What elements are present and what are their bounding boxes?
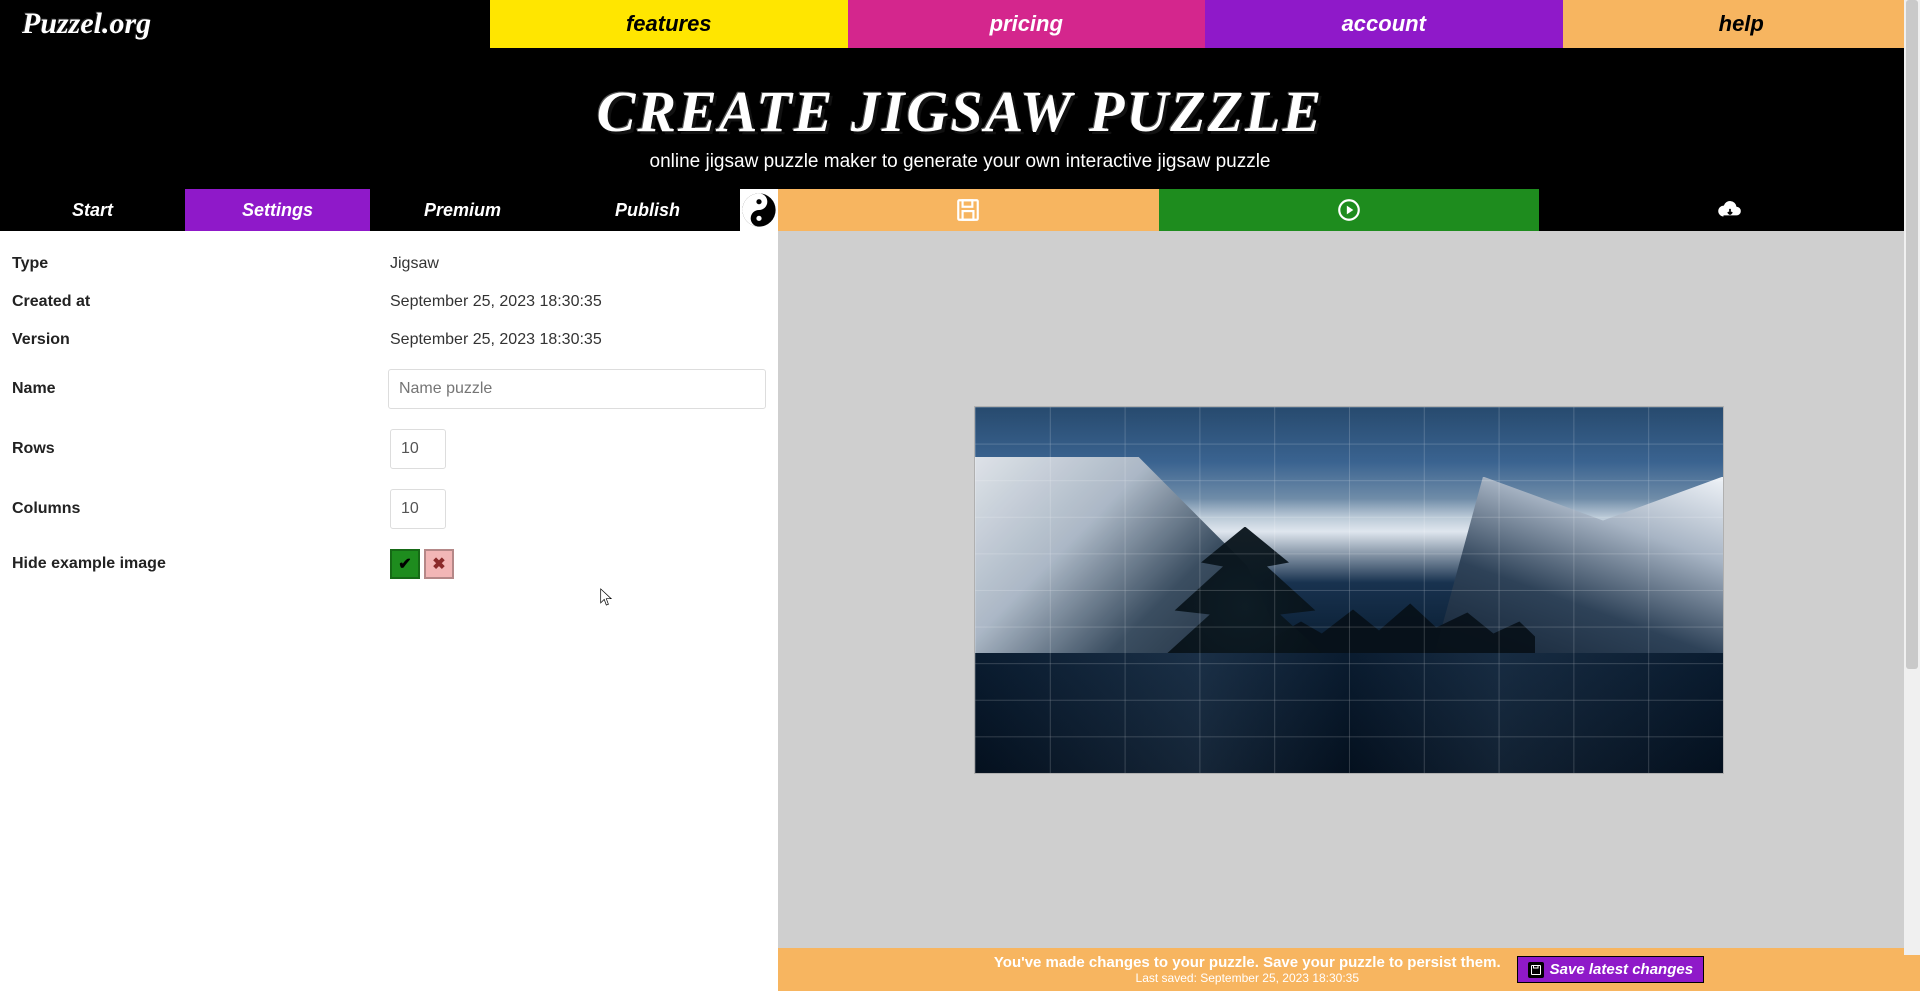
play-action[interactable] xyxy=(1159,189,1540,231)
created-at-value: September 25, 2023 18:30:35 xyxy=(390,293,602,311)
rows-label: Rows xyxy=(12,440,390,458)
hide-example-yes-button[interactable]: ✔ xyxy=(390,549,420,579)
puzzle-grid-overlay xyxy=(975,407,1723,773)
nav-features[interactable]: features xyxy=(490,0,848,48)
hide-example-no-button[interactable]: ✖ xyxy=(424,549,454,579)
save-notice-message: You've made changes to your puzzle. Save… xyxy=(994,954,1501,971)
rows-input[interactable] xyxy=(390,429,446,469)
save-notice-timestamp: Last saved: September 25, 2023 18:30:35 xyxy=(994,971,1501,985)
preview-panel: You've made changes to your puzzle. Save… xyxy=(778,231,1920,991)
settings-panel: Type Jigsaw Created at September 25, 202… xyxy=(0,231,778,991)
name-label: Name xyxy=(12,380,388,398)
save-notice-bar: You've made changes to your puzzle. Save… xyxy=(778,948,1920,991)
name-input[interactable] xyxy=(388,369,766,409)
save-latest-button[interactable]: Save latest changes xyxy=(1517,956,1704,983)
cloud-download-action[interactable] xyxy=(1539,189,1920,231)
nav-help[interactable]: help xyxy=(1563,0,1920,48)
type-label: Type xyxy=(12,255,390,273)
nav-account[interactable]: account xyxy=(1205,0,1563,48)
page-title: CREATE JIGSAW PUZZLE xyxy=(0,78,1920,145)
created-at-label: Created at xyxy=(12,293,390,311)
yin-yang-icon[interactable] xyxy=(740,189,778,231)
tab-premium[interactable]: Premium xyxy=(370,189,555,231)
nav-pricing[interactable]: pricing xyxy=(848,0,1206,48)
version-value: September 25, 2023 18:30:35 xyxy=(390,331,602,349)
version-label: Version xyxy=(12,331,390,349)
save-action[interactable] xyxy=(778,189,1159,231)
page-subtitle: online jigsaw puzzle maker to generate y… xyxy=(0,151,1920,173)
save-latest-button-label: Save latest changes xyxy=(1550,961,1693,978)
type-value: Jigsaw xyxy=(390,255,439,273)
puzzle-preview[interactable] xyxy=(975,407,1723,773)
columns-label: Columns xyxy=(12,500,390,518)
tab-settings[interactable]: Settings xyxy=(185,189,370,231)
page-scrollbar[interactable] xyxy=(1904,0,1920,955)
hide-example-label: Hide example image xyxy=(12,555,390,573)
site-logo[interactable]: Puzzel.org xyxy=(0,0,490,48)
tab-start[interactable]: Start xyxy=(0,189,185,231)
tab-publish[interactable]: Publish xyxy=(555,189,740,231)
columns-input[interactable] xyxy=(390,489,446,529)
hero: CREATE JIGSAW PUZZLE online jigsaw puzzl… xyxy=(0,48,1920,189)
